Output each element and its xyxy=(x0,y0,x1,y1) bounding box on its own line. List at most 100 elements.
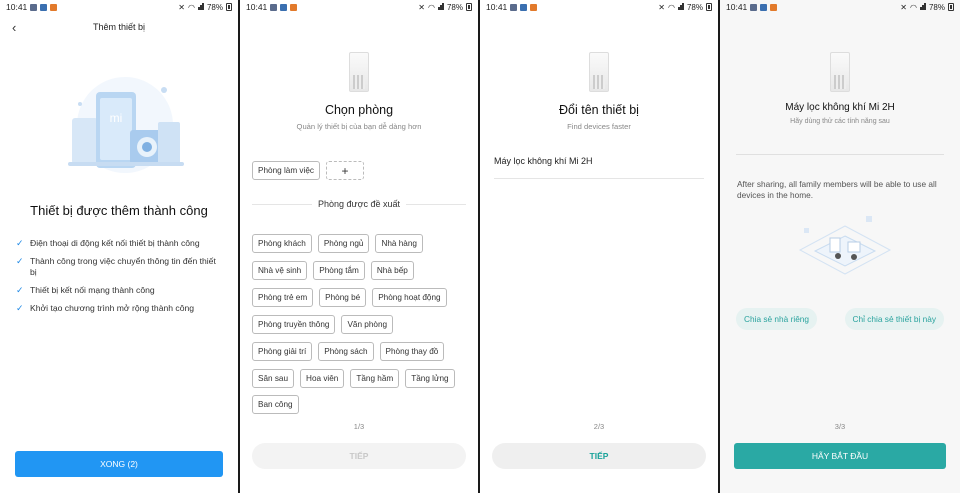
step-indicator: 2/3 xyxy=(593,422,605,431)
share-home-button[interactable]: Chia sẻ nhà riêng xyxy=(736,308,818,330)
check-icon: ✓ xyxy=(16,303,24,313)
battery-icon xyxy=(948,3,954,11)
wifi-icon: ◠ xyxy=(668,2,675,12)
add-room-button[interactable]: + xyxy=(325,161,364,180)
status-time: 10:41 xyxy=(6,2,28,12)
air-purifier-icon xyxy=(830,52,850,92)
battery-level: 78% xyxy=(206,2,223,12)
signal-icon xyxy=(919,2,926,12)
status-bar: 10:41 ✕ ◠ 78% xyxy=(720,0,960,14)
divider xyxy=(736,154,944,155)
signal-icon xyxy=(677,2,684,12)
room-chip[interactable]: Phòng bé xyxy=(319,288,367,307)
page-title: Máy lọc không khí Mi 2H xyxy=(785,102,895,113)
app-notification-icon xyxy=(530,3,538,11)
step-indicator: 1/3 xyxy=(353,422,365,431)
signal-icon xyxy=(437,2,444,12)
status-time: 10:41 xyxy=(486,2,508,12)
page-title: Đổi tên thiết bị xyxy=(559,103,639,117)
share-description: After sharing, all family members will b… xyxy=(737,179,937,200)
next-button[interactable]: TIẾP xyxy=(252,443,466,469)
page-title: Thêm thiết bị xyxy=(92,22,146,32)
home-share-illustration-icon xyxy=(798,216,892,275)
shield-icon xyxy=(30,3,38,11)
device-name-field[interactable]: Máy lọc không khí Mi 2H xyxy=(494,156,704,179)
check-icon: ✓ xyxy=(16,238,24,248)
room-chip-row: Ban công xyxy=(252,395,299,414)
shield-icon xyxy=(510,3,518,11)
page-subtitle: Hãy dùng thử các tính năng sau xyxy=(790,118,890,125)
app-notification-icon xyxy=(50,3,58,11)
shield-icon xyxy=(750,3,758,11)
mute-icon: ✕ xyxy=(900,2,907,12)
selected-room-row: Phòng làm việc + xyxy=(252,161,364,180)
check-item: ✓ Điện thoại di động kết nối thiết bị thà… xyxy=(16,238,200,248)
air-purifier-icon xyxy=(589,52,609,92)
share-device-button[interactable]: Chỉ chia sẻ thiết bị này xyxy=(844,308,944,330)
screen-rename-device: 10:41 ✕ ◠ 78% Đổi tên thiết bị Find device… xyxy=(480,0,720,493)
room-chip[interactable]: Phòng giải trí xyxy=(252,342,313,361)
start-button[interactable]: HÃY BẮT ĐẦU xyxy=(734,443,946,469)
status-bar: 10:41 ✕ ◠ 78% xyxy=(480,0,718,14)
battery-level: 78% xyxy=(446,2,463,12)
air-purifier-icon xyxy=(349,52,369,92)
status-bar: 10:41 ✕ ◠ 78% xyxy=(0,0,238,14)
check-icon: ✓ xyxy=(16,256,24,266)
room-chip-row: Sân sau Hoa viên Tầng hầm Tầng lửng xyxy=(252,369,455,388)
image-icon xyxy=(40,3,48,11)
page-subtitle: Quản lý thiết bị của bạn dễ dàng hơn xyxy=(296,122,422,131)
success-checklist: ✓ Điện thoại di động kết nối thiết bị thà… xyxy=(16,238,224,321)
status-bar: 10:41 ✕ ◠ 78% xyxy=(240,0,478,14)
screens-row: 10:41 ✕ ◠ 78% ‹ Thêm thiết bị mi Thiết bị … xyxy=(0,0,960,493)
screen-share-device: 10:41 ✕ ◠ 78% Máy lọc không khí Mi 2H Hãy … xyxy=(720,0,960,493)
check-item: ✓ Thành công trong việc chuyển thông tin … xyxy=(16,256,216,277)
room-chip[interactable]: Tầng hầm xyxy=(350,369,400,388)
step-indicator: 3/3 xyxy=(834,422,846,431)
room-chip[interactable]: Nhà bếp xyxy=(370,261,414,280)
devices-illustration-icon: mi xyxy=(68,77,184,173)
check-item: ✓ Khởi tạo chương trình mở rộng thành côn… xyxy=(16,303,195,313)
image-icon xyxy=(760,3,768,11)
battery-level: 78% xyxy=(686,2,703,12)
suggested-divider: Phòng được đề xuất xyxy=(252,199,467,209)
room-chip[interactable]: Phòng sách xyxy=(318,342,374,361)
back-arrow-icon[interactable]: ‹ xyxy=(12,20,16,35)
page-subtitle: Find devices faster xyxy=(567,122,631,131)
check-icon: ✓ xyxy=(16,285,24,295)
room-chip[interactable]: Tầng lửng xyxy=(405,369,455,388)
done-button[interactable]: XONG (2) xyxy=(15,451,223,477)
success-headline: Thiết bị được thêm thành công xyxy=(30,203,208,218)
room-chip[interactable]: Văn phòng xyxy=(341,315,394,334)
wifi-icon: ◠ xyxy=(188,2,195,12)
room-chip[interactable]: Phòng thay đồ xyxy=(379,342,445,361)
room-chip[interactable]: Nhà hàng xyxy=(375,234,423,253)
room-chip[interactable]: Phòng truyền thông xyxy=(252,315,336,334)
room-chip[interactable]: Phòng khách xyxy=(252,234,312,253)
battery-level: 78% xyxy=(928,2,945,12)
room-chip[interactable]: Sân sau xyxy=(252,369,295,388)
top-bar: ‹ Thêm thiết bị xyxy=(0,14,238,40)
page-title: Chọn phòng xyxy=(324,103,394,117)
room-chip[interactable]: Ban công xyxy=(252,395,299,414)
app-notification-icon xyxy=(770,3,778,11)
room-chip[interactable]: Phòng trẻ em xyxy=(252,288,314,307)
check-item: ✓ Thiết bị kết nối mạng thành công xyxy=(16,285,155,295)
room-chip[interactable]: Phòng tắm xyxy=(313,261,365,280)
next-button[interactable]: TIẾP xyxy=(492,443,706,469)
screen-choose-room: 10:41 ✕ ◠ 78% Chọn phòng Quản lý thiết bị … xyxy=(240,0,480,493)
room-chip[interactable]: Phòng hoạt động xyxy=(372,288,447,307)
selected-room-chip[interactable]: Phòng làm việc xyxy=(252,161,320,180)
share-options: Chia sẻ nhà riêng Chỉ chia sẻ thiết bị n… xyxy=(736,308,944,330)
room-chip-row: Phòng giải trí Phòng sách Phòng thay đồ xyxy=(252,342,445,361)
image-icon xyxy=(520,3,528,11)
screen-device-added: 10:41 ✕ ◠ 78% ‹ Thêm thiết bị mi Thiết bị … xyxy=(0,0,240,493)
room-chip[interactable]: Nhà vệ sinh xyxy=(252,261,308,280)
mute-icon: ✕ xyxy=(658,2,665,12)
room-chip[interactable]: Phòng ngủ xyxy=(317,234,370,253)
room-chip[interactable]: Hoa viên xyxy=(300,369,345,388)
room-chip-row: Phòng trẻ em Phòng bé Phòng hoạt động xyxy=(252,288,447,307)
mute-icon: ✕ xyxy=(178,2,185,12)
room-chip-row: Phòng truyền thông Văn phòng xyxy=(252,315,394,334)
status-time: 10:41 xyxy=(726,2,748,12)
battery-icon xyxy=(466,3,472,11)
